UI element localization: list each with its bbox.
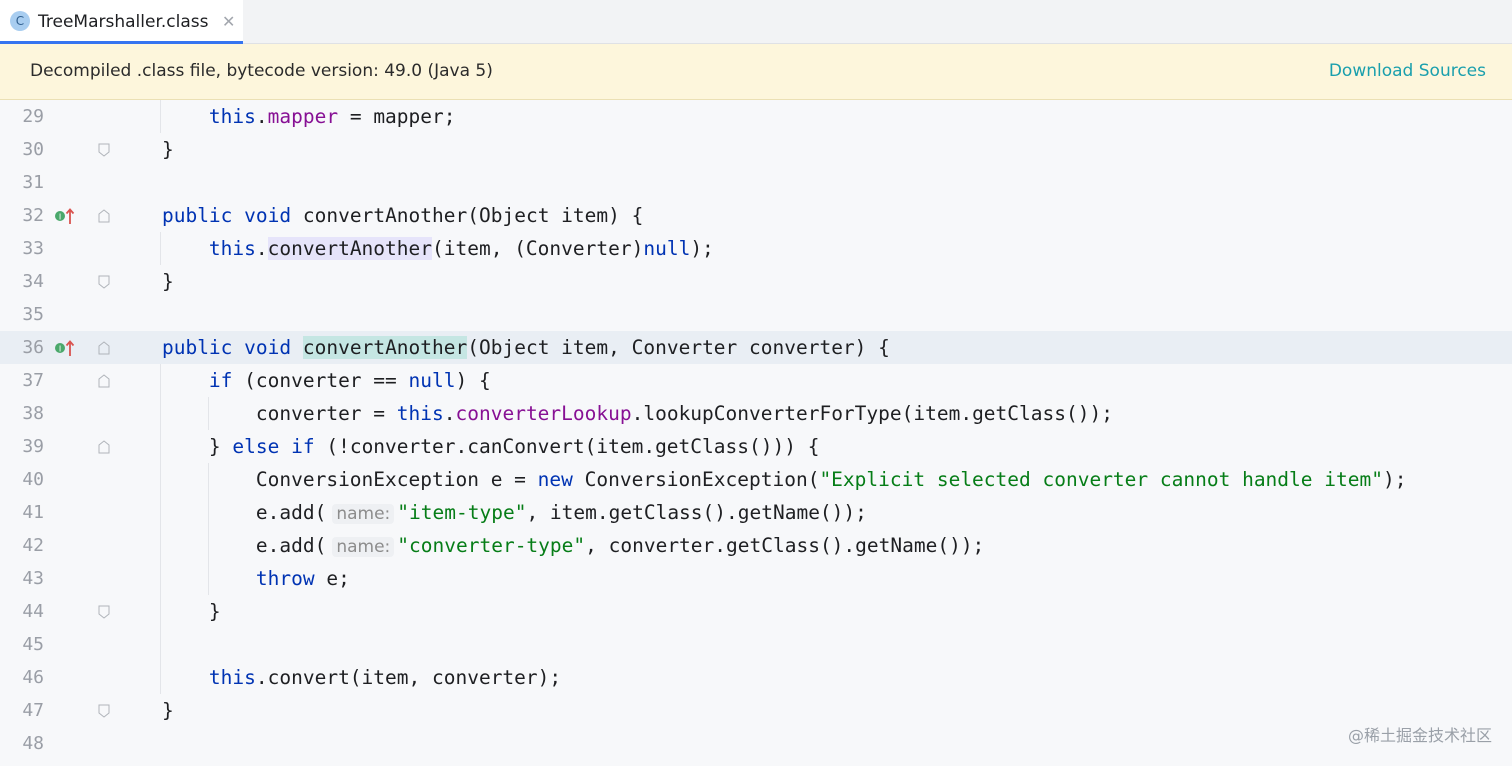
code-line[interactable]: 45 [0,628,1512,661]
code-line[interactable]: 44 } [0,595,1512,628]
code-text: e.add(name: "converter-type", converter.g… [255,534,985,557]
line-number: 34 [22,271,44,292]
code-text: } [161,699,174,722]
line-number: 37 [22,370,44,391]
line-number: 30 [22,139,44,160]
line-number: 33 [22,238,44,259]
implements-method-icon[interactable]: I [54,207,78,225]
line-number: 36 [22,337,44,358]
code-line[interactable]: 46 this.convert(item, converter); [0,661,1512,694]
code-line[interactable]: 47 } [0,694,1512,727]
watermark: @稀土掘金技术社区 [1347,726,1492,745]
code-text: public void convertAnother(Object item) … [161,204,644,227]
code-text: ConversionException e = new ConversionEx… [255,468,1407,491]
parameter-hint: name: [332,504,395,524]
line-number: 48 [22,733,44,754]
close-icon[interactable]: ✕ [222,12,235,32]
code-line[interactable]: 43 throw e; [0,562,1512,595]
fold-start-icon[interactable] [98,341,110,355]
banner-message: Decompiled .class file, bytecode version… [30,61,493,81]
code-line[interactable]: 30 } [0,133,1512,166]
code-text: } [208,600,221,623]
line-number: 43 [22,568,44,589]
download-sources-link[interactable]: Download Sources [1329,60,1486,82]
code-line[interactable]: 29 this.mapper = mapper; [0,100,1512,133]
code-text: public void convertAnother(Object item, … [161,336,890,359]
line-number: 40 [22,469,44,490]
line-number: 32 [22,205,44,226]
line-number: 42 [22,535,44,556]
line-number: 45 [22,634,44,655]
line-number: 46 [22,667,44,688]
code-line[interactable]: 40 ConversionException e = new Conversio… [0,463,1512,496]
code-line[interactable]: 41 e.add(name: "item-type", item.getClass… [0,496,1512,529]
code-text: } else if (!converter.canConvert(item.ge… [208,435,820,458]
code-text: this.convert(item, converter); [208,666,562,689]
line-number: 44 [22,601,44,622]
line-number: 39 [22,436,44,457]
line-number: 35 [22,304,44,325]
usage-highlight: convertAnother [267,237,433,260]
fold-end-icon[interactable] [98,704,110,718]
tab-title: TreeMarshaller.class [38,12,209,32]
line-number: 41 [22,502,44,523]
code-text: this.mapper = mapper; [208,105,456,128]
code-line[interactable]: 39 } else if (!converter.canConvert(item… [0,430,1512,463]
code-line[interactable]: 34 } [0,265,1512,298]
code-text: throw e; [255,567,350,590]
parameter-hint: name: [332,537,395,557]
code-line[interactable]: 35 [0,298,1512,331]
line-number: 29 [22,106,44,127]
code-line[interactable]: 33 this.convertAnother(item, (Converter)… [0,232,1512,265]
fold-end-icon[interactable] [98,275,110,289]
code-text: this.convertAnother(item, (Converter)nul… [208,237,714,260]
fold-start-icon[interactable] [98,374,110,388]
code-line[interactable]: 48 [0,727,1512,760]
implements-method-icon[interactable]: I [54,339,78,357]
svg-text:I: I [59,213,61,222]
code-line[interactable]: 37 if (converter == null) { [0,364,1512,397]
code-text: if (converter == null) { [208,369,491,392]
declaration-highlight: convertAnother [302,336,468,359]
line-number: 47 [22,700,44,721]
code-line[interactable]: 31 [0,166,1512,199]
class-file-icon: C [10,11,30,31]
line-number: 31 [22,172,44,193]
decompiled-notice-banner: Decompiled .class file, bytecode version… [0,44,1512,100]
editor-tab-bar: C TreeMarshaller.class ✕ [0,0,1512,44]
fold-start-icon[interactable] [98,440,110,454]
code-text: } [161,138,174,161]
code-line[interactable]: 38 converter = this.converterLookup.look… [0,397,1512,430]
code-text: e.add(name: "item-type", item.getClass().… [255,501,867,524]
code-text: } [161,270,174,293]
code-editor[interactable]: 29 this.mapper = mapper; 30 } 31 32 I pu… [0,100,1512,766]
code-line-current[interactable]: 36 I public void convertAnother(Object i… [0,331,1512,364]
tab-treemarshaller-class[interactable]: C TreeMarshaller.class ✕ [0,0,243,44]
line-number: 38 [22,403,44,424]
code-line[interactable]: 32 I public void convertAnother(Object i… [0,199,1512,232]
fold-start-icon[interactable] [98,209,110,223]
code-line[interactable]: 42 e.add(name: "converter-type", converte… [0,529,1512,562]
fold-end-icon[interactable] [98,143,110,157]
svg-text:I: I [59,345,61,354]
code-text: converter = this.converterLookup.lookupC… [255,402,1113,425]
fold-end-icon[interactable] [98,605,110,619]
